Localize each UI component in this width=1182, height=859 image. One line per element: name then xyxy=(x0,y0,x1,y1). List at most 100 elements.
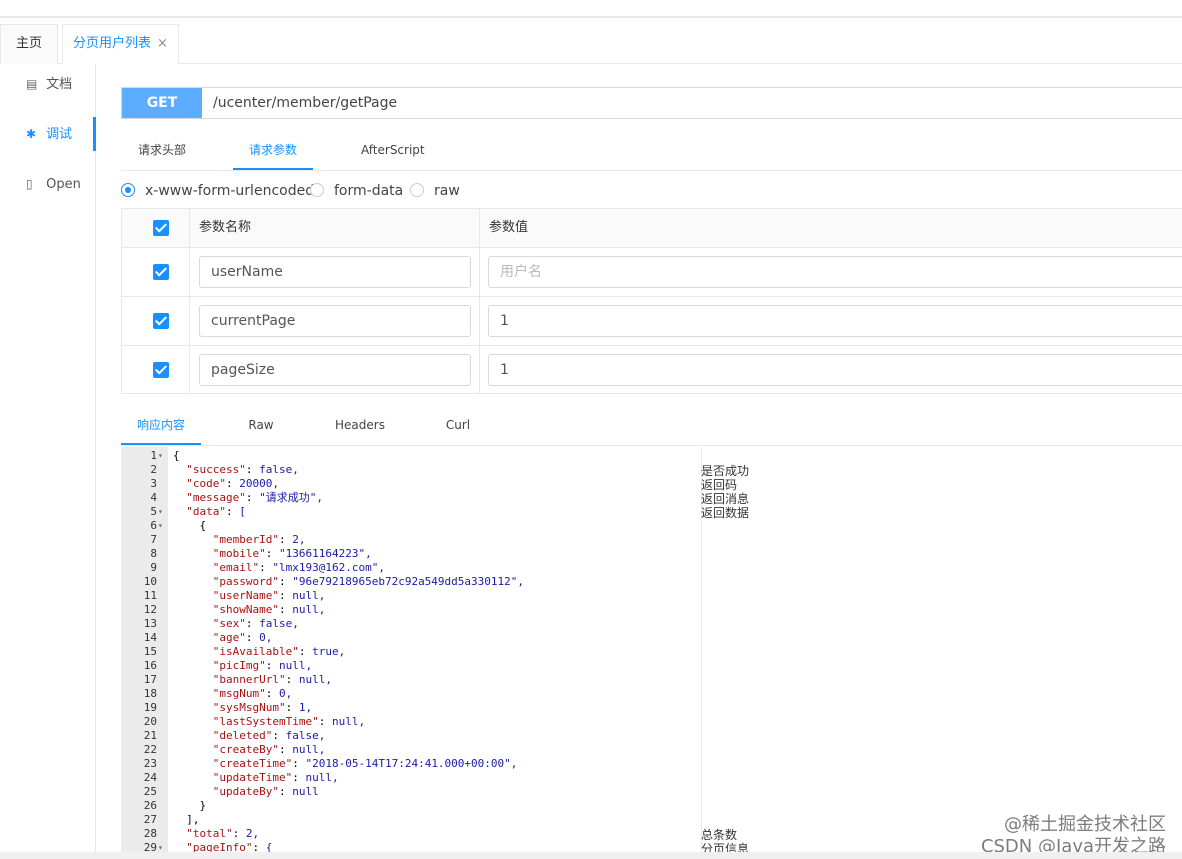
tab-page-user-list[interactable]: 分页用户列表 × xyxy=(62,24,179,64)
code-text: "showName": null, xyxy=(212,603,326,616)
code-line: 8 "mobile": "13661164223", xyxy=(121,547,701,561)
tab-headers[interactable]: Headers xyxy=(320,407,400,445)
line-number: 14 xyxy=(143,631,157,644)
code-line: 25 "updateBy": null xyxy=(121,785,701,799)
code-text: ], xyxy=(173,813,200,826)
code-line: 19 "sysMsgNum": 1, xyxy=(121,701,701,715)
code-text: "picImg": null, xyxy=(212,659,313,672)
code-text: "age": 0, xyxy=(212,631,273,644)
code-line: 22 "createBy": null, xyxy=(121,743,701,757)
radio-dot xyxy=(310,183,324,197)
line-number: 20 xyxy=(143,715,157,728)
code-line: 28 "total": 2, xyxy=(121,827,701,841)
code-text: { xyxy=(173,519,207,532)
param-value-input[interactable]: 1 xyxy=(488,305,1182,337)
line-number: 6 xyxy=(150,519,157,532)
fold-toggle-icon[interactable]: ▾ xyxy=(158,449,163,463)
line-number: 27 xyxy=(143,813,157,826)
line-number: 29 xyxy=(143,841,157,852)
params-table: 参数名称 参数值 userName 用户名 currentPage 1 page… xyxy=(121,208,1182,394)
code-text: "msgNum": 0, xyxy=(212,687,293,700)
line-number: 10 xyxy=(143,575,157,588)
radio-label: raw xyxy=(434,183,460,199)
param-name-input[interactable]: currentPage xyxy=(199,305,471,337)
code-line: 7 "memberId": 2, xyxy=(121,533,701,547)
code-text: "password": "96e79218965eb72c92a549dd5a3… xyxy=(212,575,525,588)
url-input[interactable]: /ucenter/member/getPage xyxy=(213,88,397,118)
code-line: 24 "updateTime": null, xyxy=(121,771,701,785)
param-checkbox[interactable] xyxy=(153,313,169,329)
code-text: "createTime": "2018-05-14T17:24:41.000+0… xyxy=(212,757,518,770)
code-text: "createBy": null, xyxy=(212,743,326,756)
sidebar-item-label: Open xyxy=(46,177,81,192)
param-checkbox[interactable] xyxy=(153,264,169,280)
code-text: "total": 2, xyxy=(186,827,260,840)
line-number: 11 xyxy=(143,589,157,602)
sidebar-item-open[interactable]: ▯ Open xyxy=(0,167,96,201)
sidebar-item-debug[interactable]: ✱ 调试 xyxy=(0,117,96,151)
field-comment: 返回码 xyxy=(701,478,738,492)
code-line: 12 "showName": null, xyxy=(121,603,701,617)
line-number: 13 xyxy=(143,617,157,630)
code-text: "email": "lmx193@162.com", xyxy=(212,561,385,574)
tab-curl[interactable]: Curl xyxy=(418,407,498,445)
code-text: "isAvailable": true, xyxy=(212,645,346,658)
code-line: 4 "message": "请求成功", xyxy=(121,491,701,505)
file-icon: ▯ xyxy=(26,177,33,191)
document-icon: ▤ xyxy=(26,77,38,91)
line-number: 25 xyxy=(143,785,157,798)
response-editor[interactable]: 1 ▾{2 "success": false, 3 "code": 20000, 4 … xyxy=(121,447,702,852)
table-row: currentPage 1 xyxy=(122,297,1182,346)
request-url-bar: GET /ucenter/member/getPage xyxy=(121,87,1182,119)
bottom-scrollbar[interactable] xyxy=(0,852,1182,859)
param-value-input[interactable]: 用户名 xyxy=(488,256,1182,288)
code-line: 10 "password": "96e79218965eb72c92a549dd… xyxy=(121,575,701,589)
param-checkbox[interactable] xyxy=(153,362,169,378)
tab-home[interactable]: 主页 xyxy=(0,24,58,64)
code-text: "updateTime": null, xyxy=(212,771,339,784)
fold-toggle-icon[interactable]: ▾ xyxy=(158,841,163,852)
response-tabs: 响应内容 Raw Headers Curl xyxy=(121,407,1182,446)
code-line: 2 "success": false, xyxy=(121,463,701,477)
radio-label: form-data xyxy=(334,183,404,199)
fold-toggle-icon[interactable]: ▾ xyxy=(158,519,163,533)
tab-request-params[interactable]: 请求参数 xyxy=(233,132,313,170)
code-line: 17 "bannerUrl": null, xyxy=(121,673,701,687)
param-value-input[interactable]: 1 xyxy=(488,354,1182,386)
param-name-input[interactable]: userName xyxy=(199,256,471,288)
code-text: "memberId": 2, xyxy=(212,533,306,546)
code-text: "mobile": "13661164223", xyxy=(212,547,372,560)
tab-home-label: 主页 xyxy=(15,36,42,51)
code-text: } xyxy=(173,799,207,812)
fold-toggle-icon[interactable]: ▾ xyxy=(158,505,163,519)
sidebar-item-docs[interactable]: ▤ 文档 xyxy=(0,67,96,101)
tab-page-user-list-label: 分页用户列表 xyxy=(73,36,152,51)
param-value-header: 参数值 xyxy=(489,220,529,235)
code-text: "pageInfo": { xyxy=(186,841,273,852)
code-text: "message": "请求成功", xyxy=(186,491,323,504)
code-line: 27 ], xyxy=(121,813,701,827)
param-name-input[interactable]: pageSize xyxy=(199,354,471,386)
field-comment: 总条数 xyxy=(701,828,738,842)
line-number: 7 xyxy=(150,533,157,546)
code-line: 29 ▾ "pageInfo": { xyxy=(121,841,701,852)
tab-request-headers[interactable]: 请求头部 xyxy=(121,132,203,170)
code-line: 23 "createTime": "2018-05-14T17:24:41.00… xyxy=(121,757,701,771)
tab-bar: 主页 分页用户列表 × xyxy=(0,18,1182,64)
method-button[interactable]: GET xyxy=(122,88,202,118)
table-row: pageSize 1 xyxy=(122,346,1182,394)
radio-label: x-www-form-urlencoded xyxy=(145,183,315,199)
line-number: 12 xyxy=(143,603,157,616)
code-text: "bannerUrl": null, xyxy=(212,673,332,686)
select-all-checkbox[interactable] xyxy=(153,220,169,236)
top-bar xyxy=(0,0,1182,18)
line-number: 15 xyxy=(143,645,157,658)
code-line: 16 "picImg": null, xyxy=(121,659,701,673)
code-line: 13 "sex": false, xyxy=(121,617,701,631)
tab-afterscript[interactable]: AfterScript xyxy=(347,132,501,170)
tab-raw[interactable]: Raw xyxy=(221,407,301,445)
tab-response-content[interactable]: 响应内容 xyxy=(121,407,201,445)
line-number: 16 xyxy=(143,659,157,672)
radio-dot xyxy=(121,183,135,197)
close-icon[interactable]: × xyxy=(157,36,168,51)
